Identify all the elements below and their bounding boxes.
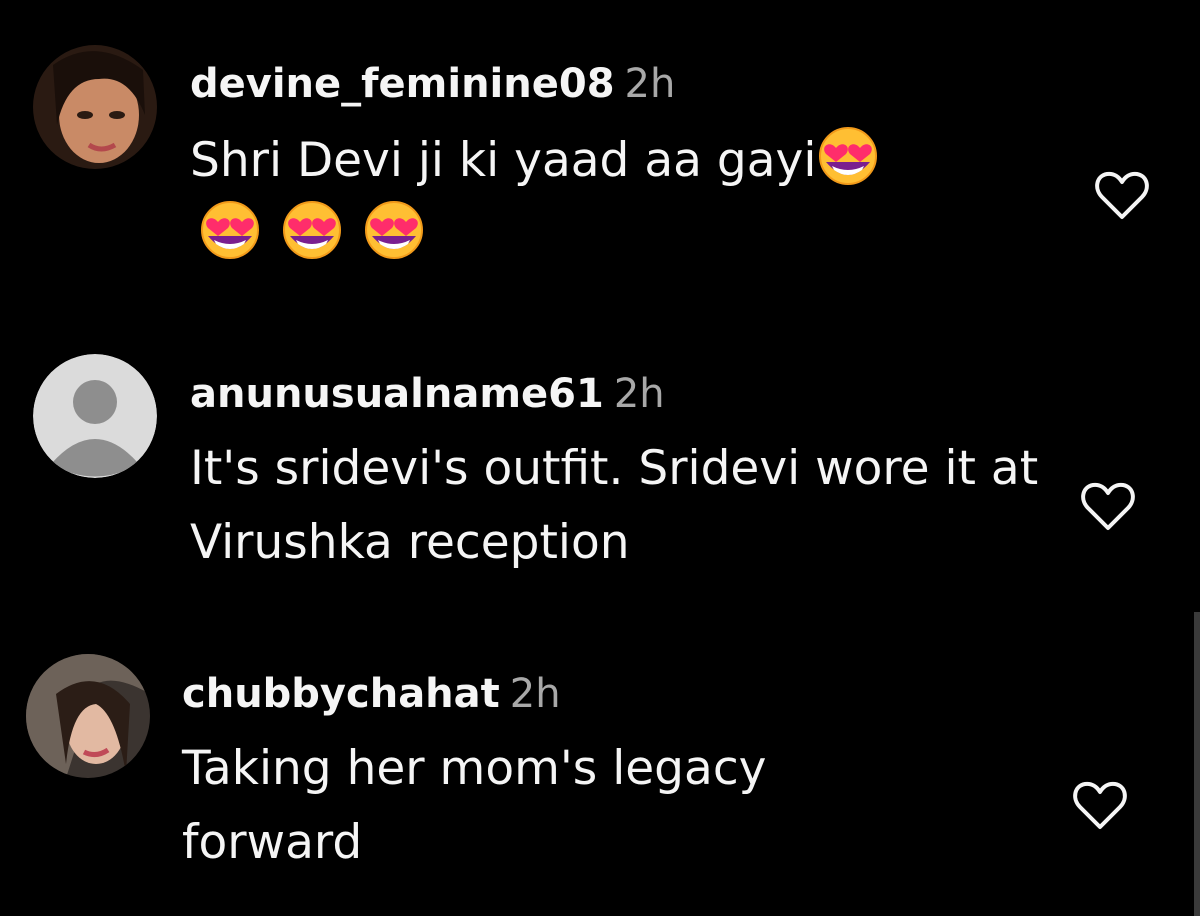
avatar[interactable] <box>26 654 150 778</box>
emoji-row <box>198 196 444 270</box>
heart-eyes-emoji-icon <box>362 196 426 260</box>
comment-text: It's sridevi's outfit. Sridevi wore it a… <box>190 441 1039 570</box>
comment-text: Taking her mom's legacy forward <box>182 741 767 870</box>
like-heart-icon[interactable] <box>1090 163 1154 227</box>
heart-eyes-emoji-icon <box>198 196 262 260</box>
comment-timestamp: 2h <box>613 371 665 417</box>
heart-eyes-emoji-icon <box>280 196 344 260</box>
comment-text: Shri Devi ji ki yaad aa gayi <box>190 122 1070 198</box>
comment-timestamp: 2h <box>624 61 676 107</box>
comment-username[interactable]: chubbychahat 2h <box>182 670 561 718</box>
like-heart-icon[interactable] <box>1068 773 1132 837</box>
scrollbar[interactable] <box>1194 612 1200 916</box>
comment-timestamp: 2h <box>509 671 561 717</box>
avatar[interactable] <box>33 45 157 169</box>
like-heart-icon[interactable] <box>1076 474 1140 538</box>
heart-eyes-emoji-icon <box>816 122 880 186</box>
avatar[interactable] <box>33 354 157 478</box>
comment-item: devine_feminine08 2h Shri Devi ji ki yaad… <box>0 0 1200 330</box>
comment-username[interactable]: devine_feminine08 2h <box>190 60 675 108</box>
comment-username[interactable]: anunusualname61 2h <box>190 370 665 418</box>
comment-item: anunusualname61 2h It's sridevi's outfit.… <box>0 330 1200 620</box>
comment-item: chubbychahat 2h Taking her mom's legacy f… <box>0 620 1200 916</box>
